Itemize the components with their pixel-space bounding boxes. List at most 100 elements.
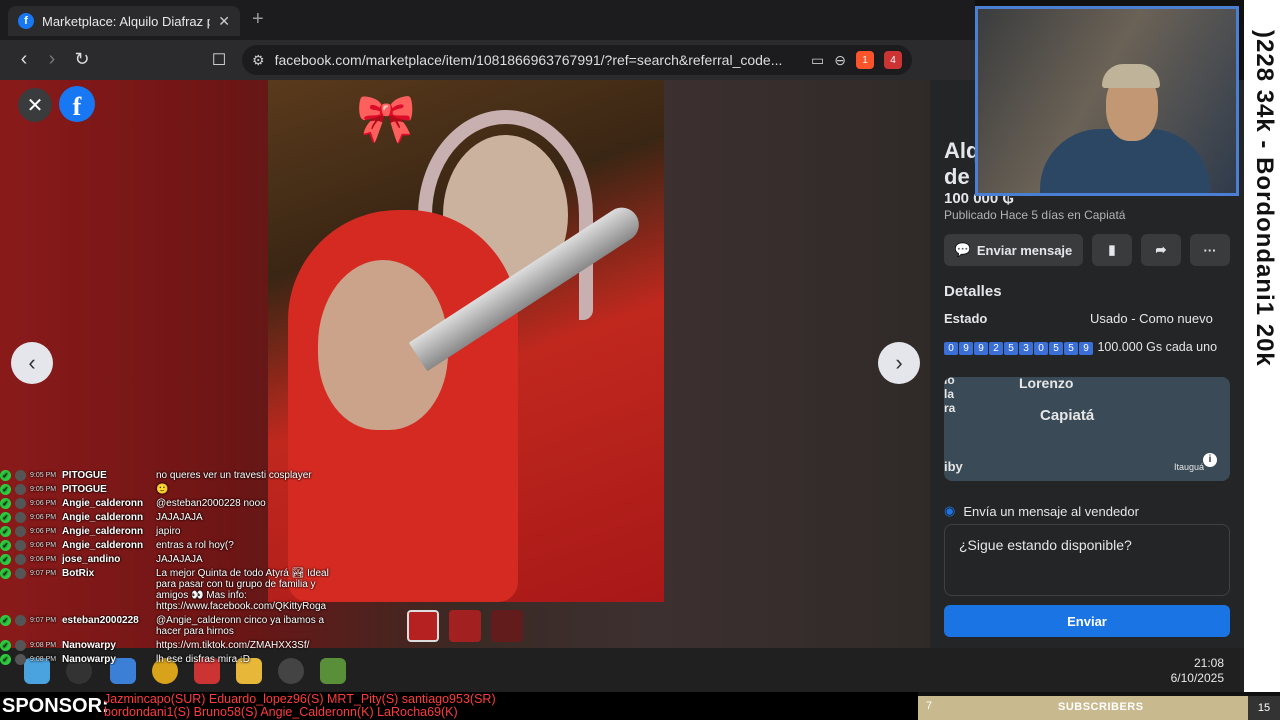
user-avatar-icon: [15, 554, 26, 565]
listing-actions: 💬 Enviar mensaje ▮ ➦ ···: [944, 234, 1230, 266]
rewards-icon[interactable]: 4: [884, 51, 902, 69]
more-options-button[interactable]: ···: [1190, 234, 1230, 266]
save-button[interactable]: ▮: [1092, 234, 1132, 266]
chat-message: ✓ 9:07 PM BotRix La mejor Quinta de todo At…: [0, 568, 350, 612]
address-bar[interactable]: ⚙ facebook.com/marketplace/item/10818669…: [242, 45, 912, 75]
chat-username[interactable]: Angie_calderonn: [62, 512, 152, 523]
user-avatar-icon: [15, 498, 26, 509]
clock-date: 6/10/2025: [1170, 671, 1224, 685]
messenger-icon: ◉: [944, 503, 956, 518]
chat-message: ✓ 9:06 PM Angie_calderonn JAJAJAJA: [0, 512, 350, 523]
overlay-goal-text: )228 34k - Bordondani1 20k: [1251, 30, 1278, 367]
check-icon: ✓: [0, 554, 11, 565]
send-message-button[interactable]: 💬 Enviar mensaje: [944, 234, 1083, 266]
facebook-logo-icon[interactable]: f: [59, 86, 95, 122]
chat-text: @esteban2000228 nooo: [156, 498, 266, 509]
digit-badge: 5: [1004, 342, 1018, 355]
more-icon: ···: [1203, 242, 1217, 258]
new-tab-button[interactable]: +: [252, 8, 264, 31]
chat-username[interactable]: Angie_calderonn: [62, 526, 152, 537]
chat-message: ✓ 9:07 PM esteban2000228 @Angie_calderonn c…: [0, 615, 350, 637]
chat-message: ✓ 9:08 PM Nanowarpy lh ese disfras mira :D: [0, 654, 350, 665]
thumbnail-strip: [407, 610, 523, 642]
digit-badge: 9: [1079, 342, 1093, 355]
user-avatar-icon: [15, 615, 26, 626]
digit-badge: 9: [959, 342, 973, 355]
chat-username[interactable]: Angie_calderonn: [62, 498, 152, 509]
check-icon: ✓: [0, 568, 11, 579]
digit-badge: 5: [1064, 342, 1078, 355]
user-avatar-icon: [15, 484, 26, 495]
location-map[interactable]: Lorenzo Capiatá Itauguá io la ra iby i: [944, 377, 1230, 481]
published-info: Publicado Hace 5 días en Capiatá: [944, 208, 1126, 222]
check-icon: ✓: [0, 640, 11, 651]
chat-timestamp: 9:05 PM: [30, 486, 57, 493]
thumbnail-1[interactable]: [407, 610, 439, 642]
webcam-person-cap: [1102, 64, 1160, 88]
user-avatar-icon: [15, 470, 26, 481]
chat-text: lh ese disfras mira :D: [156, 654, 250, 665]
chat-username[interactable]: Angie_calderonn: [62, 540, 152, 551]
chat-username[interactable]: PITOGUE: [62, 484, 152, 495]
chat-username[interactable]: Nanowarpy: [62, 640, 152, 651]
share-button[interactable]: ➦: [1141, 234, 1181, 266]
bookmark-icon[interactable]: ☐: [207, 50, 231, 70]
message-seller-heading: ◉ Envía un mensaje al vendedor: [944, 503, 1139, 519]
site-info-icon[interactable]: ⚙: [252, 52, 265, 69]
sponsor-line-2: bordondani1(S) Bruno58(S) Angie_Calderon…: [104, 705, 458, 719]
map-label-capiata: Capiatá: [1040, 407, 1095, 424]
chat-timestamp: 9:06 PM: [30, 514, 57, 521]
user-avatar-icon: [15, 640, 26, 651]
cast-icon[interactable]: ▭: [811, 52, 824, 69]
user-avatar-icon: [15, 512, 26, 523]
send-button[interactable]: Enviar: [944, 605, 1230, 637]
user-avatar-icon: [15, 540, 26, 551]
tab-close-icon[interactable]: ✕: [218, 13, 230, 30]
chat-timestamp: 9:06 PM: [30, 528, 57, 535]
tab-marketplace[interactable]: f Marketplace: Alquilo Diafraz par ✕: [8, 6, 240, 36]
check-icon: ✓: [0, 470, 11, 481]
chat-username[interactable]: esteban2000228: [62, 615, 152, 626]
zoom-icon[interactable]: ⊖: [834, 52, 846, 69]
thumbnail-3[interactable]: [491, 610, 523, 642]
browser-toolbar: ‹ › ↻ ☐ ⚙ facebook.com/marketplace/item/…: [0, 40, 975, 80]
chat-username[interactable]: jose_andino: [62, 554, 152, 565]
quantity-description: 0992530559 100.000 Gs cada uno: [944, 339, 1234, 356]
url-text[interactable]: facebook.com/marketplace/item/1081866963…: [275, 52, 801, 68]
subs-count: 7: [926, 700, 933, 712]
user-avatar-icon: [15, 526, 26, 537]
message-input[interactable]: ¿Sigue estando disponible?: [944, 524, 1230, 596]
browser-tab-bar: f Marketplace: Alquilo Diafraz par ✕ +: [0, 0, 975, 40]
map-label-fragment-2: la: [944, 387, 955, 401]
sponsor-bar: SPONSOR: Jazmincapo(SUR) Eduardo_lopez96…: [0, 692, 918, 720]
previous-photo-button[interactable]: ‹: [11, 342, 53, 384]
reload-icon[interactable]: ↻: [70, 49, 94, 70]
user-avatar-icon: [15, 654, 26, 665]
messenger-icon: 💬: [954, 242, 971, 257]
check-icon: ✓: [0, 540, 11, 551]
chat-text: La mejor Quinta de todo Atyrá 🏞 Ideal pa…: [156, 568, 329, 612]
chat-timestamp: 9:06 PM: [30, 556, 57, 563]
chat-username[interactable]: BotRix: [62, 568, 152, 579]
chat-username[interactable]: PITOGUE: [62, 470, 152, 481]
back-icon[interactable]: ‹: [12, 48, 36, 71]
thumbnail-2[interactable]: [449, 610, 481, 642]
share-icon: ➦: [1155, 242, 1167, 257]
map-label-fragment-1: io: [944, 377, 955, 387]
check-icon: ✓: [0, 526, 11, 537]
forward-icon[interactable]: ›: [40, 48, 64, 71]
webcam-overlay: [975, 6, 1239, 196]
tab-title: Marketplace: Alquilo Diafraz par: [42, 13, 211, 29]
map-info-icon[interactable]: i: [1203, 453, 1217, 467]
check-icon: ✓: [0, 498, 11, 509]
close-viewer-button[interactable]: ✕: [18, 88, 52, 122]
taskbar-clock[interactable]: 21:08 6/10/2025: [1171, 656, 1224, 686]
next-photo-button[interactable]: ›: [878, 342, 920, 384]
subscriber-goal-bar: 7 SUBSCRIBERS: [918, 696, 1248, 720]
brave-shield-icon[interactable]: 1: [856, 51, 874, 69]
map-label-fragment-4: iby: [944, 459, 963, 474]
chat-username[interactable]: Nanowarpy: [62, 654, 152, 665]
chat-text: 🙂: [156, 484, 169, 495]
chat-timestamp: 9:06 PM: [30, 500, 57, 507]
check-icon: ✓: [0, 615, 11, 626]
